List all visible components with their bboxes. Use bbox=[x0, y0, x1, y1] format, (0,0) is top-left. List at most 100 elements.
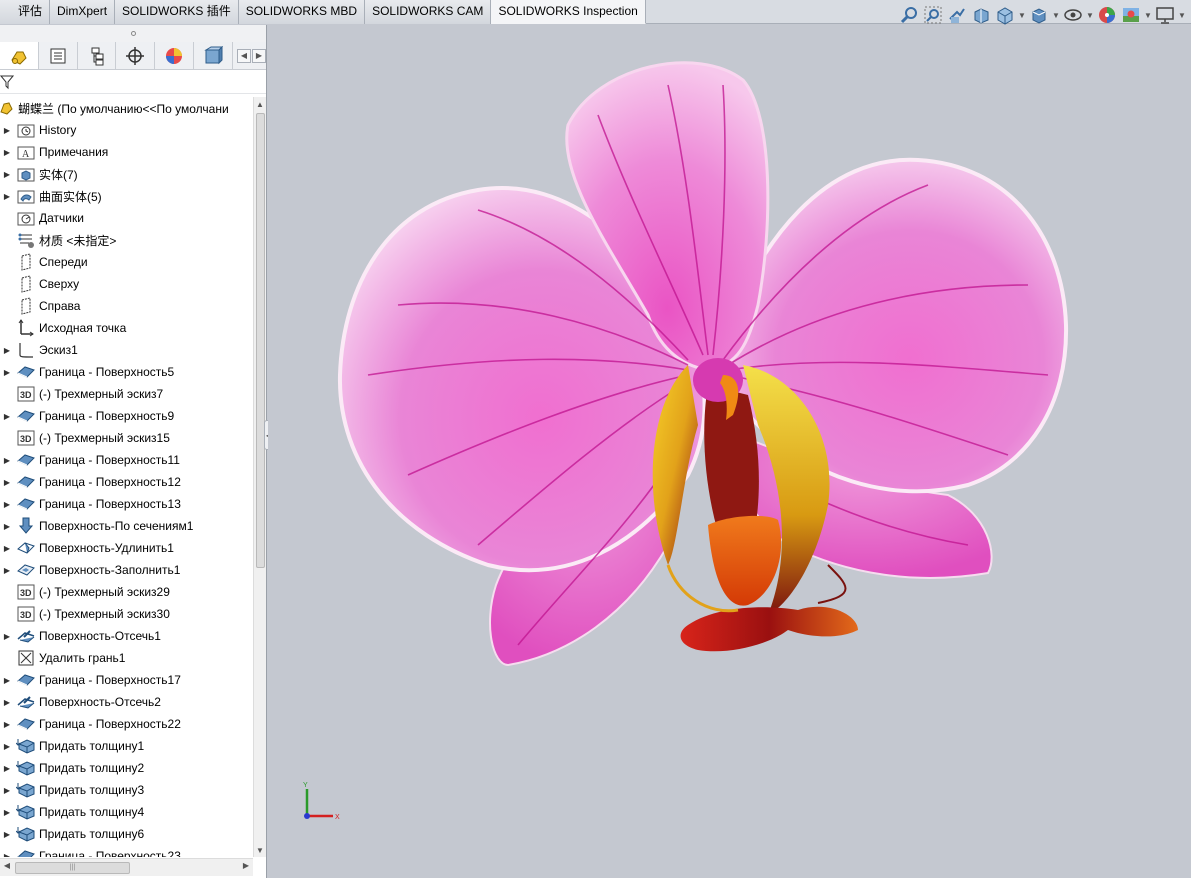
expand-arrow-icon[interactable]: ▶ bbox=[0, 823, 14, 845]
tree-item[interactable]: ▶ History bbox=[0, 119, 253, 141]
tab-cam[interactable]: SOLIDWORKS CAM bbox=[365, 0, 492, 24]
scroll-up-icon[interactable]: ▲ bbox=[254, 97, 266, 111]
tree-item[interactable]: ▶ Поверхность-По сечениям1 bbox=[0, 515, 253, 537]
tree-item[interactable]: ▶ A Примечания bbox=[0, 141, 253, 163]
view-settings-icon[interactable] bbox=[1153, 3, 1177, 27]
tree-item[interactable]: ▶ Придать толщину2 bbox=[0, 757, 253, 779]
tree-root[interactable]: 蝴蝶兰 (По умолчанию<<По умолчани bbox=[0, 97, 253, 119]
tree-item[interactable]: 3D (-) Трехмерный эскиз29 bbox=[0, 581, 253, 603]
expand-arrow-icon[interactable]: ▶ bbox=[0, 757, 14, 779]
tree-item[interactable]: ▶ Граница - Поверхность17 bbox=[0, 669, 253, 691]
edit-appearance-icon[interactable] bbox=[1095, 3, 1119, 27]
tree-item[interactable]: ▶ 实体(7) bbox=[0, 163, 253, 185]
tree-item[interactable]: ▶ Граница - Поверхность23 bbox=[0, 845, 253, 857]
tree-item[interactable]: ▶ Придать толщину4 bbox=[0, 801, 253, 823]
scroll-down-icon[interactable]: ▼ bbox=[254, 843, 266, 857]
h-scroll-thumb[interactable]: ||| bbox=[15, 862, 130, 874]
scroll-left-icon[interactable]: ◀ bbox=[1, 861, 13, 875]
expand-arrow-icon[interactable]: ▶ bbox=[0, 779, 14, 801]
tree-item[interactable]: ▶ Поверхность-Отсечь2 bbox=[0, 691, 253, 713]
scroll-right-icon[interactable]: ▶ bbox=[240, 861, 252, 875]
tree-item[interactable]: Удалить грань1 bbox=[0, 647, 253, 669]
tree-item[interactable]: ▶ Граница - Поверхность13 bbox=[0, 493, 253, 515]
display-style-icon[interactable] bbox=[1027, 3, 1051, 27]
tree-item[interactable]: 3D (-) Трехмерный эскиз30 bbox=[0, 603, 253, 625]
tree-item[interactable]: ▶ Граница - Поверхность5 bbox=[0, 361, 253, 383]
hide-show-dropdown-icon[interactable]: ▼ bbox=[1085, 3, 1095, 27]
hide-show-items-icon[interactable] bbox=[1061, 3, 1085, 27]
tree-item[interactable]: ▶ Эскиз1 bbox=[0, 339, 253, 361]
orchid-model[interactable] bbox=[268, 25, 1191, 878]
apply-scene-dropdown-icon[interactable]: ▼ bbox=[1143, 3, 1153, 27]
boundary-surface-icon bbox=[15, 669, 37, 691]
expand-arrow-icon[interactable]: ▶ bbox=[0, 735, 14, 757]
pane-splitter-handle[interactable] bbox=[0, 25, 266, 42]
tab-mbd[interactable]: SOLIDWORKS MBD bbox=[238, 0, 366, 24]
view-settings-dropdown-icon[interactable]: ▼ bbox=[1177, 3, 1187, 27]
expand-arrow-icon[interactable]: ▶ bbox=[0, 845, 14, 858]
filter-icon[interactable] bbox=[0, 74, 14, 90]
apply-scene-icon[interactable] bbox=[1119, 3, 1143, 27]
tree-item[interactable]: ▶ Поверхность-Удлинить1 bbox=[0, 537, 253, 559]
tab-dimxpert[interactable]: DimXpert bbox=[50, 0, 116, 24]
expand-arrow-icon[interactable]: ▶ bbox=[0, 669, 14, 691]
graphics-viewport[interactable]: Y X bbox=[268, 25, 1191, 878]
tree-vertical-scrollbar[interactable]: ▲ ▼ bbox=[253, 97, 266, 857]
previous-view-icon[interactable] bbox=[945, 3, 969, 27]
tree-item[interactable]: ▶ Граница - Поверхность11 bbox=[0, 449, 253, 471]
expand-arrow-icon[interactable]: ▶ bbox=[0, 185, 14, 207]
scroll-thumb[interactable] bbox=[256, 113, 265, 568]
property-manager-icon[interactable] bbox=[39, 42, 78, 69]
expand-arrow-icon[interactable]: ▶ bbox=[0, 449, 14, 471]
tree-item[interactable]: ▶ Поверхность-Отсечь1 bbox=[0, 625, 253, 647]
expand-arrow-icon[interactable]: ▶ bbox=[0, 361, 14, 383]
tree-item[interactable]: ▶ Придать толщину3 bbox=[0, 779, 253, 801]
tree-item[interactable]: Сверху bbox=[0, 273, 253, 295]
view-orientation-dropdown-icon[interactable]: ▼ bbox=[1017, 3, 1027, 27]
expand-arrow-icon[interactable]: ▶ bbox=[0, 559, 14, 581]
expand-arrow-icon[interactable]: ▶ bbox=[0, 713, 14, 735]
tab-evaluate[interactable]: 评估 bbox=[0, 0, 51, 24]
tab-addins[interactable]: SOLIDWORKS 插件 bbox=[115, 0, 239, 24]
tree-item[interactable]: ▶ Граница - Поверхность9 bbox=[0, 405, 253, 427]
expand-arrow-icon[interactable]: ▶ bbox=[0, 405, 14, 427]
tree-item[interactable]: Справа bbox=[0, 295, 253, 317]
tree-item[interactable]: Спереди bbox=[0, 251, 253, 273]
expand-arrow-icon[interactable]: ▶ bbox=[0, 625, 14, 647]
expand-arrow-icon[interactable]: ▶ bbox=[0, 141, 14, 163]
tree-item[interactable]: Исходная точка bbox=[0, 317, 253, 339]
zoom-to-area-icon[interactable] bbox=[921, 3, 945, 27]
cam-manager-icon[interactable] bbox=[194, 42, 233, 69]
expand-arrow-icon[interactable]: ▶ bbox=[0, 691, 14, 713]
tree-item[interactable]: ▶ Придать толщину1 bbox=[0, 735, 253, 757]
tree-item[interactable]: 3D (-) Трехмерный эскиз15 bbox=[0, 427, 253, 449]
display-style-dropdown-icon[interactable]: ▼ bbox=[1051, 3, 1061, 27]
expand-arrow-icon[interactable]: ▶ bbox=[0, 339, 14, 361]
tree-item[interactable]: Датчики bbox=[0, 207, 253, 229]
tree-item[interactable]: 材质 <未指定> bbox=[0, 229, 253, 251]
feature-manager-icon[interactable] bbox=[0, 42, 39, 69]
tree-item[interactable]: ▶ 曲面实体(5) bbox=[0, 185, 253, 207]
tree-item[interactable]: ▶ Граница - Поверхность22 bbox=[0, 713, 253, 735]
expand-arrow-icon[interactable]: ▶ bbox=[0, 119, 14, 141]
tree-item[interactable]: ▶ Придать толщину6 bbox=[0, 823, 253, 845]
expand-arrow-icon[interactable]: ▶ bbox=[0, 163, 14, 185]
configuration-manager-icon[interactable] bbox=[78, 42, 117, 69]
expand-arrow-icon[interactable]: ▶ bbox=[0, 537, 14, 559]
dimxpert-manager-icon[interactable] bbox=[116, 42, 156, 69]
zoom-to-fit-icon[interactable] bbox=[897, 3, 921, 27]
tree-item[interactable]: ▶ Граница - Поверхность12 bbox=[0, 471, 253, 493]
display-manager-icon[interactable] bbox=[155, 42, 195, 69]
expand-arrow-icon[interactable]: ▶ bbox=[0, 801, 14, 823]
tabs-scroll-left-icon[interactable]: ◀ bbox=[236, 48, 251, 63]
expand-arrow-icon[interactable]: ▶ bbox=[0, 515, 14, 537]
expand-arrow-icon[interactable]: ▶ bbox=[0, 471, 14, 493]
tree-item[interactable]: ▶ Поверхность-Заполнить1 bbox=[0, 559, 253, 581]
view-orientation-icon[interactable] bbox=[993, 3, 1017, 27]
tree-item[interactable]: 3D (-) Трехмерный эскиз7 bbox=[0, 383, 253, 405]
section-view-icon[interactable] bbox=[969, 3, 993, 27]
expand-arrow-icon[interactable]: ▶ bbox=[0, 493, 14, 515]
tab-inspection[interactable]: SOLIDWORKS Inspection bbox=[491, 0, 646, 24]
tree-horizontal-scrollbar[interactable]: ◀ ||| ▶ bbox=[0, 858, 253, 876]
tabs-scroll-right-icon[interactable]: ▶ bbox=[251, 48, 266, 63]
